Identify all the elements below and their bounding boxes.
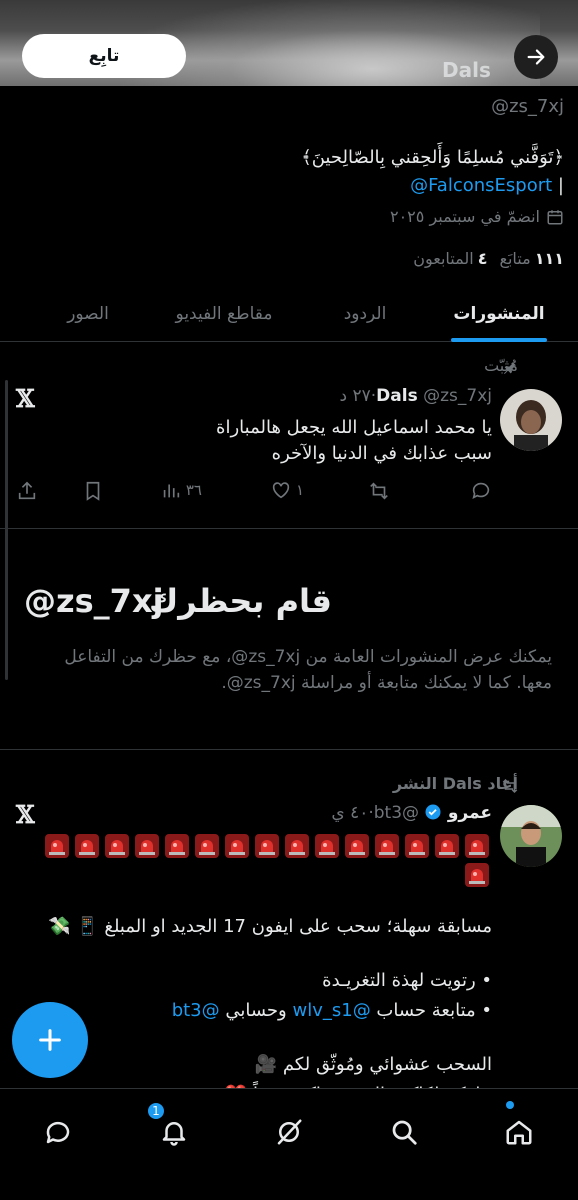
x-logo-icon: 𝕏 [16,800,35,829]
divider [0,749,578,750]
x-logo-icon: 𝕏 [16,384,35,413]
like-count: ١ [295,481,304,499]
blocked-handle: @zs_7xj [24,582,164,620]
tweet-text: يا محمد اسماعيل الله يجعل هالمباراة سبب … [32,415,492,467]
siren-emoji-icon [435,833,459,858]
siren-emoji-icon [345,833,369,858]
scroll-indicator [5,380,8,680]
profile-tabs: المنشورات الردود مقاطع الفيديو الصور [0,286,578,342]
heart-icon [272,482,290,499]
divider [0,528,578,529]
mention-link[interactable]: @wlv_s1 [292,1000,370,1021]
author-handle[interactable]: @bt3 [374,803,419,823]
header-name: Dals [442,58,491,82]
compose-button[interactable] [12,1002,88,1078]
siren-emoji-icon [285,833,309,858]
plus-icon [39,1029,61,1051]
retweet-icon[interactable] [368,480,390,502]
tab-posts[interactable]: المنشورات [420,286,578,342]
tweet-line: مسابقة سهلة؛ سحب على ايفون 17 الجديد او … [48,916,492,937]
tweet-line: • متابعة حساب @wlv_s1 وحسابي @bt3 [22,996,492,1026]
views-count: ٣٦ [185,481,202,499]
siren-emoji-icon [45,833,69,858]
nav-search[interactable] [379,1107,429,1157]
followers-count: ٤ [477,249,488,268]
siren-emoji-icon [225,833,249,858]
following-stat[interactable]: ١١١متابَع [499,249,564,268]
calendar-icon [547,209,563,224]
joined-date: انضمّ في سبتمبر ٢٠٢٥ [390,207,564,226]
joined-text: انضمّ في سبتمبر ٢٠٢٥ [389,207,540,226]
blocked-description: يمكنك عرض المنشورات العامة من zs_7xj@، م… [64,647,552,693]
mention-link[interactable]: @bt3 [172,1000,220,1021]
siren-emoji-icon [255,833,279,858]
bottom-nav [0,1088,578,1200]
chat-icon [46,1121,70,1144]
tweet-line: • رتويت لهذة التغريـدة [322,970,492,991]
followers-label: المتابعون [413,249,474,268]
share-icon[interactable] [16,480,38,502]
siren-emoji-icon [315,833,339,858]
follow-button[interactable]: تابِع [22,34,186,78]
pin-icon [504,362,516,374]
grok-icon [277,1119,302,1145]
nav-grok[interactable] [264,1107,314,1157]
tweet-meta: Dals @zs_7xj·٢٧ د [340,386,492,406]
tweet-time: ٢٧ د [339,386,371,406]
siren-emoji-row [32,830,492,888]
following-label: متابَع [499,249,531,268]
siren-emoji-icon [195,833,219,858]
nav-home[interactable] [494,1107,544,1157]
siren-emoji-icon [465,833,489,858]
arrow-right-icon [527,49,545,65]
tweet-line-text: • متابعة حساب [370,1000,492,1021]
tweet-time: ٤٠ ي [331,803,369,823]
tab-videos[interactable]: مقاطع الفيديو [138,286,310,342]
following-count: ١١١ [534,249,564,268]
author-name[interactable]: عمرو [448,803,492,823]
tweet-line-text: وحسابي [219,1000,293,1021]
views-button[interactable]: ٣٦ [160,479,202,501]
profile-bio: ﴿تَوَفَّني مُسلِمًا وَأَلحِقني بِالصّالِ… [24,144,564,200]
bio-separator: | [557,175,564,196]
bookmark-icon[interactable] [82,480,104,502]
tweet-text: مسابقة سهلة؛ سحب على ايفون 17 الجديد او … [22,912,492,1110]
siren-emoji-icon [465,862,489,887]
home-unread-dot [506,1101,514,1109]
siren-emoji-icon [75,833,99,858]
tweet-meta: عمرو @bt3·٤٠ ي [331,803,492,823]
home-icon [506,1120,532,1145]
blocked-title: قام بحظرك [148,582,332,620]
tweet-line: سبب عذابك في الدنيا والآخره [271,443,492,464]
like-button[interactable]: ١ [270,479,304,501]
search-icon [392,1120,417,1145]
author-name[interactable]: Dals [376,386,418,406]
tweet-line: يا محمد اسماعيل الله يجعل هالمباراة [216,417,492,438]
siren-emoji-icon [375,833,399,858]
tweet-line: السحب عشوائي ومُوثّق لكم 🎥 [254,1054,492,1075]
bio-mention-link[interactable]: @FalconsEsport [410,175,552,196]
followers-stat[interactable]: ٤المتابعون [413,249,487,268]
bell-icon [162,1122,186,1146]
avatar[interactable] [500,805,562,867]
back-button[interactable] [514,35,558,79]
siren-emoji-icon [105,833,129,858]
siren-emoji-icon [165,833,189,858]
avatar[interactable] [500,389,562,451]
nav-messages[interactable] [33,1107,83,1157]
tab-replies[interactable]: الردود [310,286,420,342]
verified-badge-icon [425,804,441,820]
author-handle[interactable]: @zs_7xj [423,386,492,406]
follow-stats: ١١١متابَع ٤المتابعون [413,249,564,268]
profile-handle: @zs_7xj [491,96,564,117]
tweet-actions: ١ ٣٦ [16,478,492,504]
notification-badge: 1 [146,1101,166,1121]
reply-icon[interactable] [470,480,492,502]
siren-emoji-icon [135,833,159,858]
bio-line: ﴿تَوَفَّني مُسلِمًا وَأَلحِقني بِالصّالِ… [301,147,564,168]
siren-emoji-icon [405,833,429,858]
tab-photos[interactable]: الصور [38,286,138,342]
views-icon [163,484,180,498]
retweet-small-icon [502,778,518,794]
